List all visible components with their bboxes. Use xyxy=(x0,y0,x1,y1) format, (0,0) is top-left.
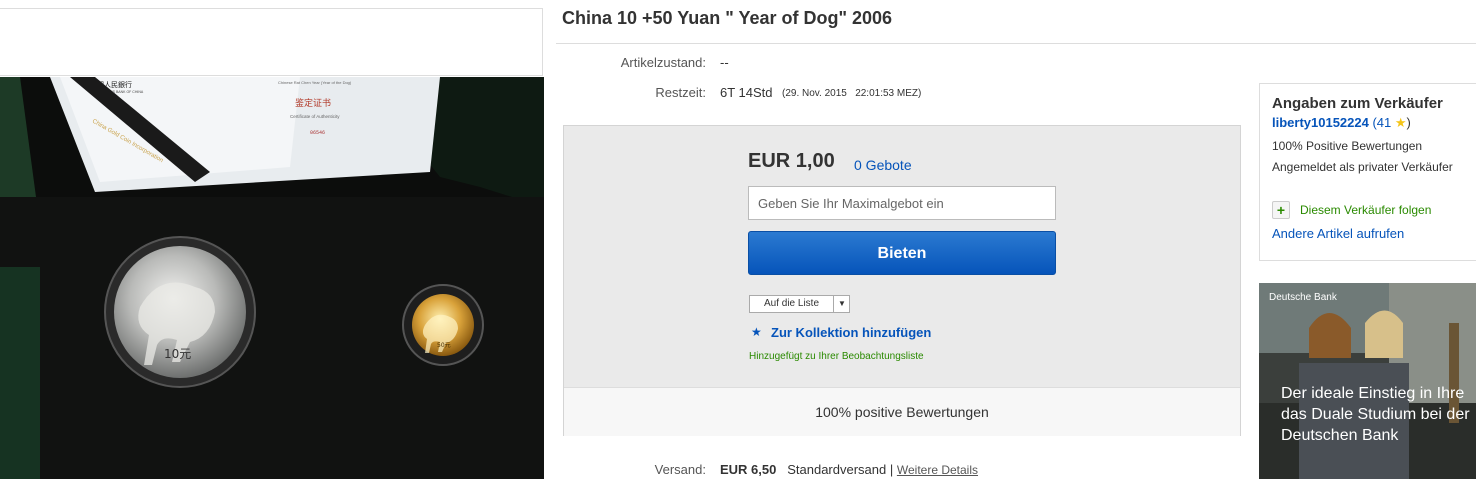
add-to-collection-link[interactable]: Zur Kollektion hinzufügen xyxy=(771,325,931,340)
ad-headline-line-1: Der ideale Einstieg in Ihre xyxy=(1281,385,1465,402)
watchlist-select-label: Auf die Liste xyxy=(750,296,834,312)
shipping-label: Versand: xyxy=(654,462,706,477)
shipping-info: EUR 6,50 Standardversand | Weitere Detai… xyxy=(720,462,978,477)
feedback-score-close: ) xyxy=(1406,115,1411,130)
title-divider xyxy=(556,43,1476,44)
item-title: China 10 +50 Yuan " Year of Dog" 2006 xyxy=(562,8,893,28)
coin-set-image: 中國人民銀行 THE PEOPLE'S BANK OF CHINA Chines… xyxy=(0,77,544,479)
shipping-price: EUR 6,50 xyxy=(720,462,777,477)
feedback-star-icon: ★ xyxy=(1394,115,1407,130)
certificate-header: Chinese Rat Chen Year (Year of the Dog) xyxy=(278,80,352,85)
star-icon: ★ xyxy=(751,325,762,339)
ad-headline-line-3: Deutschen Bank xyxy=(1281,427,1399,444)
positive-feedback-note: 100% positive Bewertungen xyxy=(815,404,989,420)
image-header-box xyxy=(0,8,543,76)
watchlist-confirmation: Hinzugefügt zu Ihrer Beobachtungsliste xyxy=(749,351,924,362)
silver-coin-value: 10元 xyxy=(164,347,191,361)
other-items-link[interactable]: Andere Artikel aufrufen xyxy=(1272,226,1404,241)
shipping-details-link[interactable]: Weitere Details xyxy=(897,463,978,477)
bid-count-link[interactable]: 0 Gebote xyxy=(854,157,912,173)
item-photo[interactable]: 中國人民銀行 THE PEOPLE'S BANK OF CHINA Chines… xyxy=(0,77,544,479)
certificate-title: 鉴定证书 xyxy=(295,97,331,109)
shipping-method: Standardversand xyxy=(787,462,887,477)
seller-positive-feedback: 100% Positive Bewertungen xyxy=(1272,139,1423,153)
advertisement-banner[interactable]: Deutsche Bank Der ideale Einstieg in Ihr… xyxy=(1259,283,1476,479)
seller-registration: Angemeldet als privater Verkäufer xyxy=(1272,160,1453,174)
time-left-value: 6T 14Std xyxy=(720,85,773,100)
follow-seller-link[interactable]: Diesem Verkäufer folgen xyxy=(1300,203,1431,217)
condition-label: Artikelzustand: xyxy=(620,55,706,70)
seller-info-title: Angaben zum Verkäufer xyxy=(1272,95,1443,112)
current-price: EUR 1,00 xyxy=(748,150,835,172)
ad-background-image xyxy=(1259,283,1476,479)
watchlist-select[interactable]: Auf die Liste ▼ xyxy=(749,295,850,313)
chevron-down-icon[interactable]: ▼ xyxy=(834,296,850,312)
time-left-label: Restzeit: xyxy=(655,85,706,100)
certificate-subtitle: Certificate of Authenticity xyxy=(290,114,340,119)
auction-end-time: (29. Nov. 2015 22:01:53 MEZ) xyxy=(782,88,922,99)
certificate-number: 06546 xyxy=(310,130,325,136)
condition-value: -- xyxy=(720,55,729,70)
gold-coin-value: 50元 xyxy=(437,342,451,349)
bid-button[interactable]: Bieten xyxy=(748,231,1056,275)
shipping-separator: | xyxy=(889,462,894,477)
seller-name-line: liberty10152224 (41 ★) xyxy=(1272,115,1411,131)
seller-name-link[interactable]: liberty10152224 xyxy=(1272,115,1369,130)
plus-icon[interactable]: + xyxy=(1272,201,1290,219)
ad-brand: Deutsche Bank xyxy=(1269,292,1337,303)
ad-headline-line-2: das Duale Studium bei der xyxy=(1281,406,1470,423)
max-bid-input[interactable] xyxy=(748,186,1056,220)
feedback-score-open[interactable]: (41 xyxy=(1369,115,1395,130)
